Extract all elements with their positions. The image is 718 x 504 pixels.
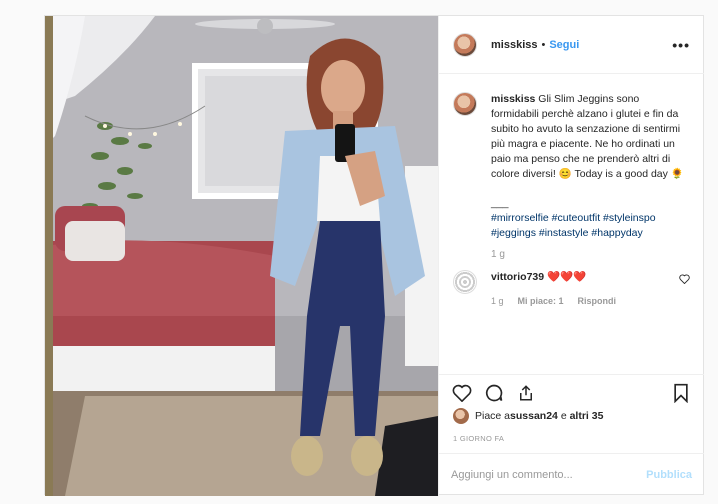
likes-middle: e [557,410,570,422]
heart-icon[interactable] [451,382,473,404]
caption-age: 1 g [491,249,505,260]
publish-button[interactable]: Pubblica [646,469,692,481]
mirror-selfie-image [45,16,438,496]
header-separator-dot: • [541,38,546,51]
comment-text: ❤️❤️❤️ [547,271,587,283]
post-header: misskiss • Segui ••• [439,16,704,74]
comment-body: vittorio739 ❤️❤️❤️ 1 g Mi piace: 1 Rispo… [491,270,671,308]
add-comment-bar: Aggiungi un commento... Pubblica [439,453,704,496]
comment-likes-count[interactable]: Mi piace: 1 [518,294,564,308]
author-avatar[interactable] [453,32,477,57]
share-icon[interactable] [515,382,537,404]
likes-summary: Piace a sussan24 e altri 35 [453,408,603,424]
caption-body: misskiss Gli Slim Jeggins sono formidabi… [491,92,690,262]
author-username[interactable]: misskiss [491,39,537,51]
caption-avatar[interactable] [453,92,477,116]
likes-others[interactable]: altri 35 [570,410,604,422]
comment-input[interactable]: Aggiungi un commento... [451,469,573,481]
caption-username[interactable]: misskiss [491,93,535,105]
post-photo[interactable] [45,16,438,496]
post-sidebar: misskiss • Segui ••• misskiss Gli Slim J… [438,16,704,496]
comment-like-heart-icon[interactable] [679,274,690,287]
comment-bubble-icon[interactable] [483,382,505,404]
bookmark-icon[interactable] [670,382,692,404]
comments-area[interactable]: misskiss Gli Slim Jeggins sono formidabi… [439,74,704,374]
instagram-post: misskiss • Segui ••• misskiss Gli Slim J… [44,15,704,496]
commenter-username[interactable]: vittorio739 [491,271,544,283]
commenter-avatar[interactable] [453,270,477,294]
comment-age: 1 g [491,296,504,306]
reply-button[interactable]: Rispondi [578,294,617,308]
liker-avatar [453,408,469,424]
likes-prefix: Piace a [475,410,511,422]
caption-text: Gli Slim Jeggins sono formidabili perchè… [491,93,684,180]
post-date: 1 GIORNO FA [453,434,505,443]
more-options-icon[interactable]: ••• [672,37,690,53]
caption: misskiss Gli Slim Jeggins sono formidabi… [453,92,690,262]
follow-button[interactable]: Segui [549,39,579,51]
caption-separator: ___ [491,197,509,209]
page-background: misskiss • Segui ••• misskiss Gli Slim J… [0,0,718,504]
caption-hashtags[interactable]: #mirrorselfie #cuteoutfit #styleinspo #j… [491,211,690,241]
comment-meta: 1 g Mi piace: 1 Rispondi [491,294,671,308]
comment-item: vittorio739 ❤️❤️❤️ 1 g Mi piace: 1 Rispo… [453,270,690,308]
action-bar [439,374,704,410]
liker-username[interactable]: sussan24 [510,410,558,422]
